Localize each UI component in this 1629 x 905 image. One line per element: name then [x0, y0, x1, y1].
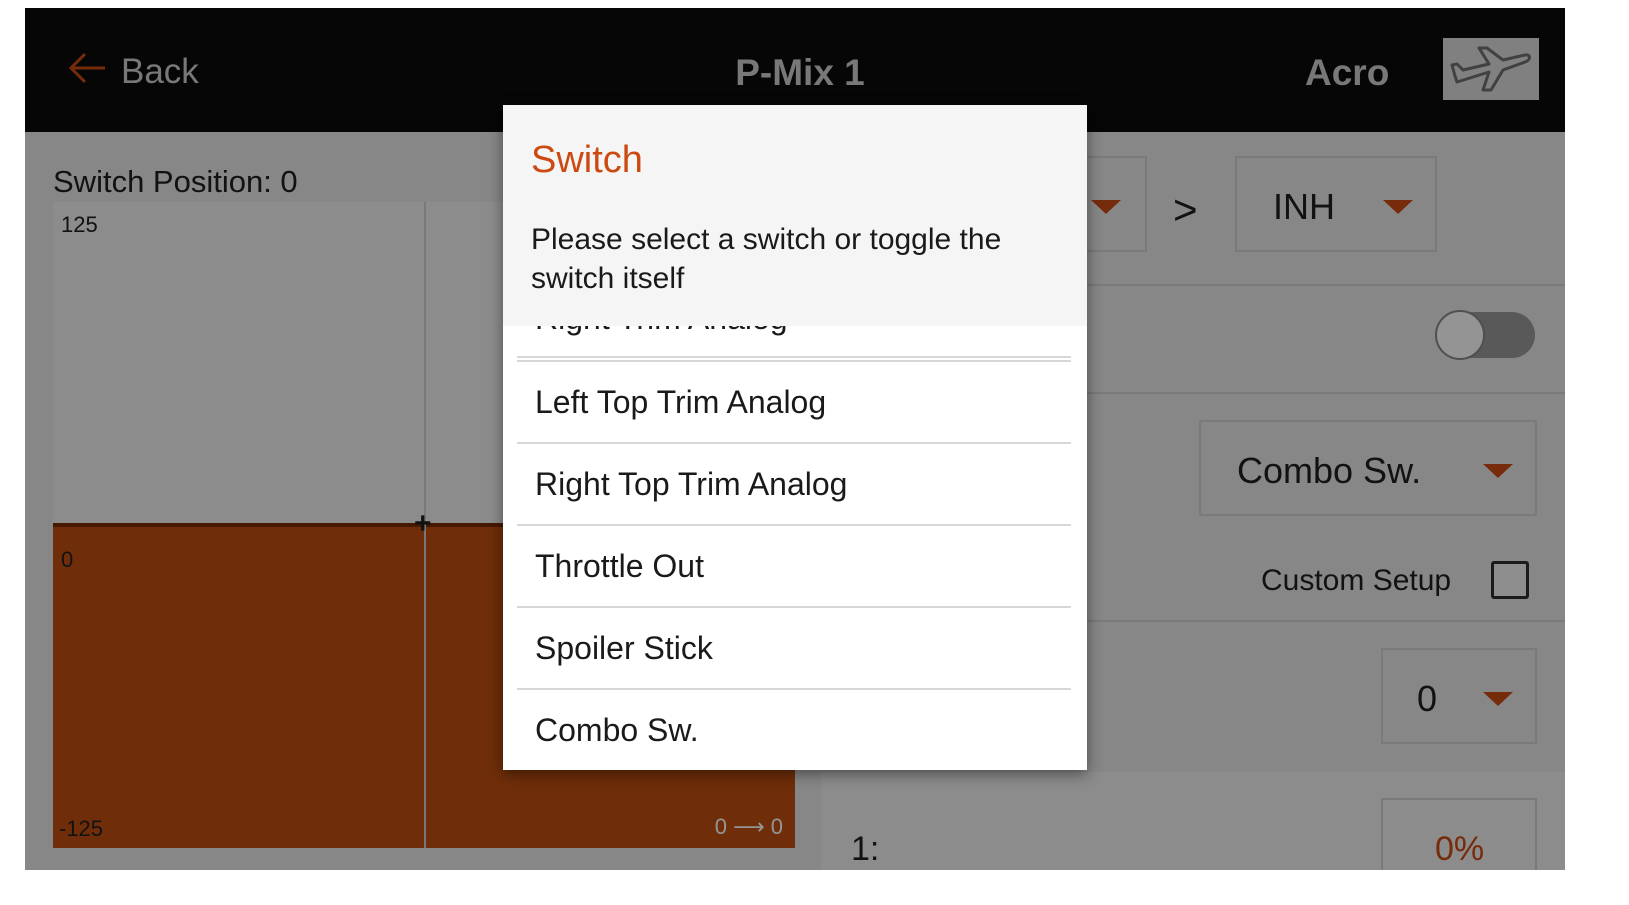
- list-item[interactable]: Left Top Trim Analog: [517, 360, 1071, 440]
- switch-select-dialog: Switch Please select a switch or toggle …: [503, 105, 1087, 770]
- list-item[interactable]: Combo Sw.: [517, 688, 1071, 768]
- list-item[interactable]: Throttle Out: [517, 524, 1071, 604]
- list-item[interactable]: Right Trim Analog: [517, 326, 1071, 358]
- list-item[interactable]: Right Top Trim Analog: [517, 442, 1071, 522]
- screen: Back P-Mix 1 Acro Switch Position: 0 + 1…: [25, 8, 1565, 870]
- dialog-title: Switch: [531, 139, 643, 181]
- dialog-message: Please select a switch or toggle the swi…: [531, 223, 1002, 295]
- dialog-header: Switch Please select a switch or toggle …: [503, 105, 1087, 326]
- list-item[interactable]: Spoiler Stick: [517, 606, 1071, 686]
- switch-option-list[interactable]: Right Trim Analog Left Top Trim Analog R…: [503, 326, 1087, 770]
